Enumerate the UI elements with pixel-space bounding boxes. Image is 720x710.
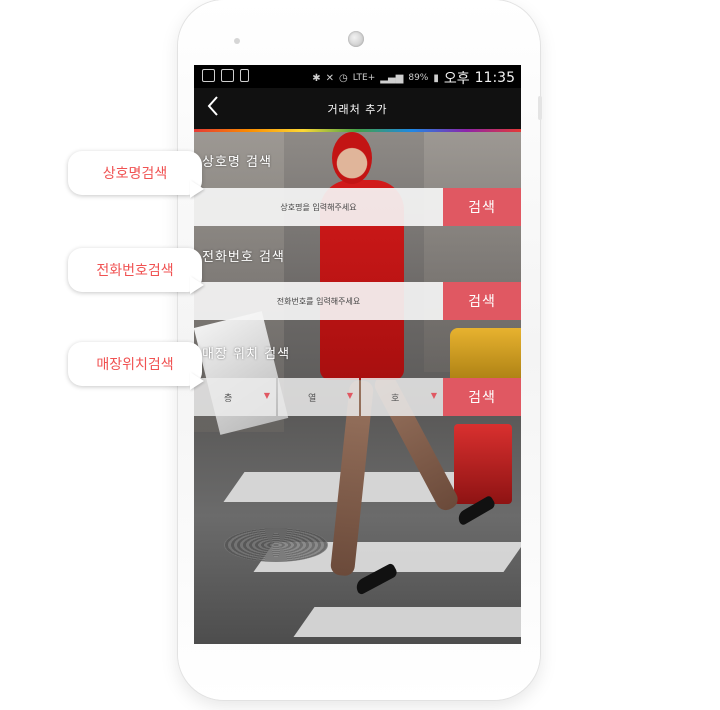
battery-icon: ▮ (433, 72, 439, 84)
name-search-row: 상호명을 입력해주세요 검색 (194, 188, 521, 226)
callout-name-search: 상호명검색 (68, 151, 202, 195)
phone-icon (240, 69, 249, 82)
name-search-input[interactable]: 상호명을 입력해주세요 (194, 188, 443, 226)
status-bar: ✱ ✕ ◷ LTE+ ▂▄▆ 89% ▮ 오후 11:35 (194, 65, 521, 88)
callout-location-search: 매장위치검색 (68, 342, 202, 386)
floor-select-value: 층 (224, 394, 233, 404)
earpiece-speaker (348, 31, 364, 47)
phone-screen: ✱ ✕ ◷ LTE+ ▂▄▆ 89% ▮ 오후 11:35 거래처 추가 상호명… (194, 65, 521, 644)
callout-tail (190, 372, 204, 390)
callout-tail (190, 180, 204, 198)
phone-search-label: 전화번호 검색 (202, 250, 285, 265)
phone-search-input[interactable]: 전화번호를 입력해주세요 (194, 282, 443, 320)
callout-phone-search: 전화번호검색 (68, 248, 202, 292)
phone-search-button[interactable]: 검색 (443, 282, 521, 320)
notification-icon (202, 69, 215, 82)
callout-location-text: 매장위치검색 (96, 357, 174, 373)
alarm-icon: ◷ (339, 72, 348, 84)
name-search-button[interactable]: 검색 (443, 188, 521, 226)
mute-icon: ✕ (325, 72, 335, 84)
location-search-button[interactable]: 검색 (443, 378, 521, 416)
signal-icon: ▂▄▆ (380, 72, 404, 84)
caret-down-icon: ▼ (430, 391, 437, 400)
number-select[interactable]: 호 ▼ (361, 378, 443, 416)
location-search-label: 매장 위치 검색 (202, 347, 291, 362)
page-title: 거래처 추가 (327, 103, 388, 116)
callout-tail (190, 276, 204, 294)
battery-percent: 89% (408, 73, 429, 83)
row-select[interactable]: 열 ▼ (278, 378, 359, 416)
callout-name-text: 상호명검색 (102, 166, 168, 182)
image-icon (221, 69, 234, 82)
caret-down-icon: ▼ (263, 391, 270, 400)
caret-down-icon: ▼ (346, 391, 353, 400)
location-search-row: 층 ▼ 열 ▼ 호 ▼ 검색 (194, 378, 521, 416)
front-camera-icon (234, 38, 240, 44)
floor-select[interactable]: 층 ▼ (194, 378, 276, 416)
name-search-label: 상호명 검색 (202, 155, 272, 170)
app-bar: 거래처 추가 (194, 88, 521, 129)
number-select-value: 호 (391, 394, 400, 404)
network-type: LTE+ (352, 73, 376, 83)
status-ampm: 오후 (443, 71, 470, 87)
status-time: 11:35 (474, 70, 515, 86)
phone-search-row: 전화번호를 입력해주세요 검색 (194, 282, 521, 320)
volume-button (538, 96, 542, 120)
bluetooth-icon: ✱ (312, 72, 321, 84)
callout-phone-text: 전화번호검색 (96, 263, 174, 279)
row-select-value: 열 (308, 394, 317, 404)
